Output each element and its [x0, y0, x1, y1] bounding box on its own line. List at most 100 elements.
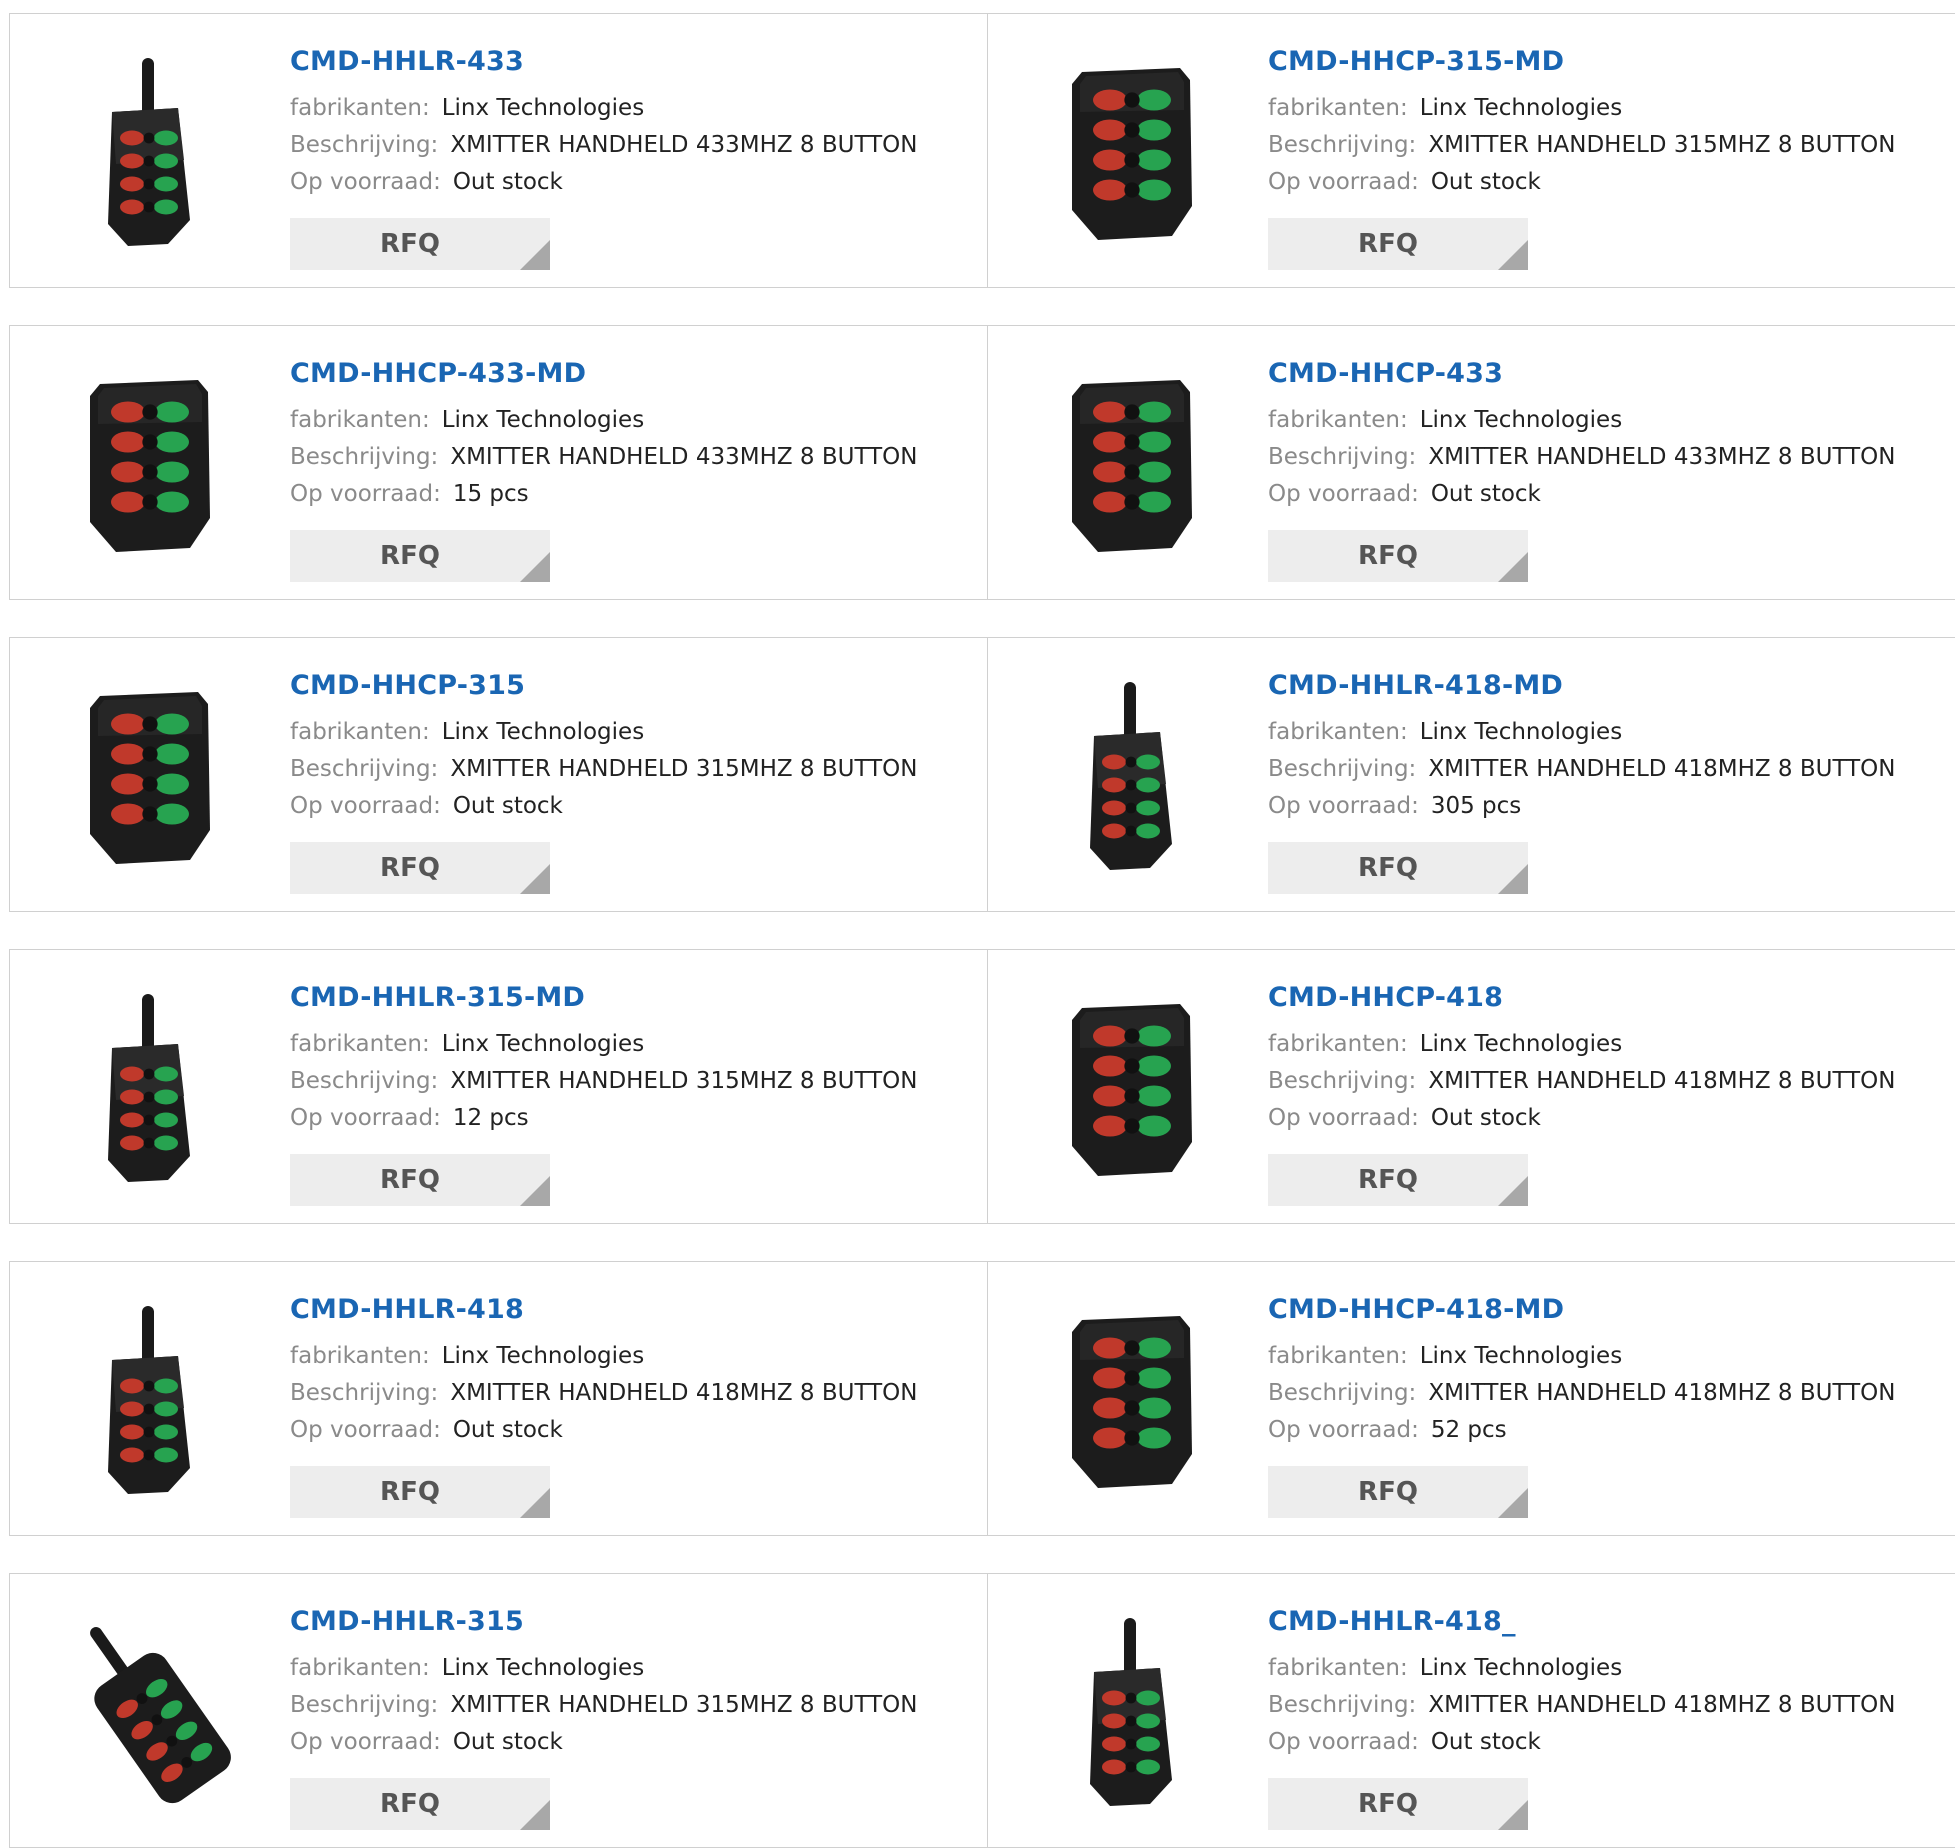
product-title-link[interactable]: CMD-HHLR-315	[290, 1604, 978, 1640]
manufacturer-label: fabrikanten:	[1268, 1343, 1408, 1369]
corner-triangle-icon	[520, 1800, 550, 1830]
stock-value: 52 pcs	[1430, 1417, 1507, 1443]
stock-label: Op voorraad:	[290, 169, 441, 195]
product-info: CMD-HHCP-418 fabrikanten: Linx Technologi…	[1268, 980, 1951, 1137]
handheld-remote-icon[interactable]	[50, 362, 250, 562]
rfq-button[interactable]: RFQ	[290, 1466, 550, 1518]
product-title-link[interactable]: CMD-HHCP-418-MD	[1268, 1292, 1951, 1328]
description-label: Beschrijving:	[290, 132, 439, 158]
stock-label: Op voorraad:	[290, 481, 441, 507]
description-label: Beschrijving:	[290, 1692, 439, 1718]
product-card: CMD-HHCP-418-MD fabrikanten: Linx Technol…	[987, 1261, 1955, 1536]
product-grid: CMD-HHLR-433 fabrikanten: Linx Technologi…	[0, 0, 1955, 1848]
product-card: CMD-HHLR-433 fabrikanten: Linx Technologi…	[9, 13, 989, 288]
handheld-remote-antenna-icon[interactable]	[50, 1298, 250, 1498]
rfq-button[interactable]: RFQ	[1268, 530, 1528, 582]
product-card: CMD-HHLR-315 fabrikanten: Linx Technologi…	[9, 1573, 989, 1848]
product-info: CMD-HHLR-418-MD fabrikanten: Linx Technol…	[1268, 668, 1951, 825]
product-title-link[interactable]: CMD-HHCP-418	[1268, 980, 1951, 1016]
product-title-link[interactable]: CMD-HHLR-433	[290, 44, 978, 80]
stock-row: Op voorraad: Out stock	[290, 164, 978, 201]
manufacturer-value: Linx Technologies	[441, 1031, 645, 1057]
stock-row: Op voorraad: Out stock	[1268, 1100, 1951, 1137]
description-value: XMITTER HANDHELD 315MHZ 8 BUTTON	[450, 756, 918, 782]
product-title-link[interactable]: CMD-HHLR-315-MD	[290, 980, 978, 1016]
manufacturer-value: Linx Technologies	[1419, 719, 1623, 745]
corner-triangle-icon	[520, 864, 550, 894]
product-title-link[interactable]: CMD-HHLR-418_	[1268, 1604, 1951, 1640]
manufacturer-label: fabrikanten:	[290, 95, 430, 121]
product-card: CMD-HHCP-433 fabrikanten: Linx Technologi…	[987, 325, 1955, 600]
rfq-button[interactable]: RFQ	[290, 1154, 550, 1206]
manufacturer-label: fabrikanten:	[290, 1655, 430, 1681]
rfq-button[interactable]: RFQ	[1268, 1466, 1528, 1518]
handheld-remote-icon[interactable]	[1032, 986, 1232, 1186]
manufacturer-value: Linx Technologies	[441, 407, 645, 433]
description-value: XMITTER HANDHELD 418MHZ 8 BUTTON	[1428, 1380, 1896, 1406]
manufacturer-label: fabrikanten:	[290, 1031, 430, 1057]
manufacturer-label: fabrikanten:	[1268, 719, 1408, 745]
product-title-link[interactable]: CMD-HHLR-418	[290, 1292, 978, 1328]
manufacturer-label: fabrikanten:	[290, 719, 430, 745]
description-label: Beschrijving:	[290, 756, 439, 782]
description-row: Beschrijving: XMITTER HANDHELD 418MHZ 8 B…	[290, 1375, 978, 1412]
rfq-label: RFQ	[380, 1477, 440, 1507]
product-title-link[interactable]: CMD-HHCP-315	[290, 668, 978, 704]
description-label: Beschrijving:	[290, 1068, 439, 1094]
manufacturer-value: Linx Technologies	[441, 1343, 645, 1369]
description-label: Beschrijving:	[1268, 132, 1417, 158]
corner-triangle-icon	[520, 1176, 550, 1206]
manufacturer-label: fabrikanten:	[290, 1343, 430, 1369]
rfq-button[interactable]: RFQ	[290, 530, 550, 582]
corner-triangle-icon	[1498, 240, 1528, 270]
product-title-link[interactable]: CMD-HHCP-315-MD	[1268, 44, 1951, 80]
manufacturer-row: fabrikanten: Linx Technologies	[1268, 1650, 1951, 1687]
rfq-button[interactable]: RFQ	[1268, 218, 1528, 270]
stock-row: Op voorraad: Out stock	[1268, 1724, 1951, 1761]
handheld-remote-antenna-icon[interactable]	[1032, 1610, 1232, 1810]
corner-triangle-icon	[520, 240, 550, 270]
handheld-remote-icon[interactable]	[1032, 362, 1232, 562]
manufacturer-value: Linx Technologies	[1419, 1343, 1623, 1369]
description-value: XMITTER HANDHELD 315MHZ 8 BUTTON	[450, 1068, 918, 1094]
rfq-button[interactable]: RFQ	[1268, 1154, 1528, 1206]
handheld-remote-antenna-icon[interactable]	[1032, 674, 1232, 874]
description-value: XMITTER HANDHELD 418MHZ 8 BUTTON	[450, 1380, 918, 1406]
stock-row: Op voorraad: 12 pcs	[290, 1100, 978, 1137]
stock-row: Op voorraad: 305 pcs	[1268, 788, 1951, 825]
product-title-link[interactable]: CMD-HHLR-418-MD	[1268, 668, 1951, 704]
description-row: Beschrijving: XMITTER HANDHELD 418MHZ 8 B…	[1268, 1375, 1951, 1412]
handheld-remote-icon[interactable]	[50, 674, 250, 874]
product-title-link[interactable]: CMD-HHCP-433-MD	[290, 356, 978, 392]
rfq-label: RFQ	[380, 229, 440, 259]
stock-value: Out stock	[452, 793, 563, 819]
product-info: CMD-HHCP-315 fabrikanten: Linx Technologi…	[290, 668, 978, 825]
stock-label: Op voorraad:	[290, 1729, 441, 1755]
corner-triangle-icon	[520, 552, 550, 582]
description-row: Beschrijving: XMITTER HANDHELD 418MHZ 8 B…	[1268, 1063, 1951, 1100]
manufacturer-value: Linx Technologies	[1419, 1031, 1623, 1057]
product-info: CMD-HHCP-433-MD fabrikanten: Linx Technol…	[290, 356, 978, 513]
manufacturer-row: fabrikanten: Linx Technologies	[1268, 1026, 1951, 1063]
handheld-remote-antenna-icon[interactable]	[50, 986, 250, 1186]
stock-label: Op voorraad:	[1268, 793, 1419, 819]
rfq-button[interactable]: RFQ	[290, 1778, 550, 1830]
product-title-link[interactable]: CMD-HHCP-433	[1268, 356, 1951, 392]
stock-value: Out stock	[1430, 169, 1541, 195]
stock-value: Out stock	[1430, 481, 1541, 507]
corner-triangle-icon	[1498, 1176, 1528, 1206]
rfq-button[interactable]: RFQ	[290, 842, 550, 894]
handheld-remote-tilted-icon[interactable]	[50, 1610, 250, 1810]
rfq-button[interactable]: RFQ	[290, 218, 550, 270]
handheld-remote-icon[interactable]	[1032, 1298, 1232, 1498]
manufacturer-label: fabrikanten:	[1268, 1031, 1408, 1057]
manufacturer-row: fabrikanten: Linx Technologies	[1268, 714, 1951, 751]
manufacturer-value: Linx Technologies	[1419, 1655, 1623, 1681]
handheld-remote-antenna-icon[interactable]	[50, 50, 250, 250]
manufacturer-row: fabrikanten: Linx Technologies	[290, 402, 978, 439]
rfq-button[interactable]: RFQ	[1268, 1778, 1528, 1830]
manufacturer-row: fabrikanten: Linx Technologies	[1268, 90, 1951, 127]
description-label: Beschrijving:	[1268, 1692, 1417, 1718]
rfq-button[interactable]: RFQ	[1268, 842, 1528, 894]
handheld-remote-icon[interactable]	[1032, 50, 1232, 250]
